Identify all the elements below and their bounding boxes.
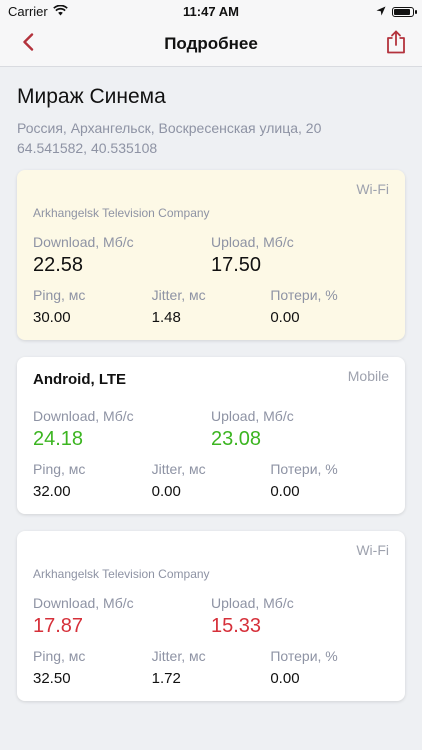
download-value: 24.18 (33, 428, 84, 450)
loss-label: Потери, % (270, 648, 338, 664)
download-value: 17.87 (33, 615, 84, 637)
jitter-label: Jitter, мс (151, 287, 206, 303)
jitter-value: 0.00 (151, 483, 181, 500)
loss-label: Потери, % (270, 287, 338, 303)
ping-block: Ping, мс 32.00 (33, 461, 152, 500)
upload-block: Upload, Мб/с 23.08 (211, 408, 389, 451)
upload-label: Upload, Мб/с (211, 408, 294, 424)
status-bar: Carrier 11:47 AM (0, 0, 422, 22)
download-value: 22.58 (33, 254, 84, 276)
loss-block: Потери, % 0.00 (270, 461, 389, 500)
jitter-label: Jitter, мс (151, 461, 206, 477)
measurement-list: Wi-Fi Arkhangelsk Television Company Dow… (0, 158, 422, 701)
download-block: Download, Мб/с 17.87 (33, 595, 211, 638)
share-button[interactable] (382, 29, 410, 59)
jitter-block: Jitter, мс 0.00 (152, 461, 271, 500)
loss-block: Потери, % 0.00 (270, 648, 389, 687)
upload-value: 23.08 (211, 428, 262, 450)
ping-value: 30.00 (33, 309, 71, 326)
measurement-card[interactable]: Mobile Android, LTE Download, Мб/с 24.18… (17, 357, 405, 514)
quality-row: Ping, мс 32.00 Jitter, мс 0.00 Потери, %… (33, 461, 389, 500)
navigation-bar: Подробнее (0, 22, 422, 67)
download-label: Download, Мб/с (33, 595, 134, 611)
page-title: Подробнее (164, 34, 258, 53)
download-block: Download, Мб/с 22.58 (33, 234, 211, 277)
speed-row: Download, Мб/с 22.58 Upload, Мб/с 17.50 (33, 234, 389, 277)
speed-row: Download, Мб/с 17.87 Upload, Мб/с 15.33 (33, 595, 389, 638)
status-time: 11:47 AM (183, 4, 239, 19)
speed-row: Download, Мб/с 24.18 Upload, Мб/с 23.08 (33, 408, 389, 451)
quality-row: Ping, мс 30.00 Jitter, мс 1.48 Потери, %… (33, 287, 389, 326)
download-label: Download, Мб/с (33, 234, 134, 250)
jitter-label: Jitter, мс (151, 648, 206, 664)
upload-label: Upload, Мб/с (211, 234, 294, 250)
place-name: Мираж Синема (17, 85, 166, 108)
upload-label: Upload, Мб/с (211, 595, 294, 611)
ping-value: 32.50 (33, 670, 71, 687)
ping-block: Ping, мс 30.00 (33, 287, 152, 326)
loss-value: 0.00 (270, 483, 300, 500)
jitter-value: 1.72 (151, 670, 181, 687)
ping-label: Ping, мс (33, 648, 86, 664)
jitter-block: Jitter, мс 1.72 (152, 648, 271, 687)
upload-block: Upload, Мб/с 17.50 (211, 234, 389, 277)
ping-value: 32.00 (33, 483, 71, 500)
upload-block: Upload, Мб/с 15.33 (211, 595, 389, 638)
upload-value: 15.33 (211, 615, 262, 637)
place-coordinates: 64.541582, 40.535108 (17, 140, 158, 156)
upload-value: 17.50 (211, 254, 262, 276)
loss-value: 0.00 (270, 309, 300, 326)
provider-name: Arkhangelsk Television Company (33, 567, 210, 581)
loss-value: 0.00 (270, 670, 300, 687)
place-address: Россия, Архангельск, Воскресенская улица… (17, 120, 322, 136)
loss-label: Потери, % (270, 461, 338, 477)
ping-label: Ping, мс (33, 287, 86, 303)
battery-icon (392, 6, 417, 17)
provider-name: Arkhangelsk Television Company (33, 206, 210, 220)
location-arrow-icon (376, 4, 386, 19)
ping-label: Ping, мс (33, 461, 86, 477)
download-label: Download, Мб/с (33, 408, 134, 424)
status-right (376, 4, 417, 19)
loss-block: Потери, % 0.00 (270, 287, 389, 326)
ping-block: Ping, мс 32.50 (33, 648, 152, 687)
jitter-block: Jitter, мс 1.48 (152, 287, 271, 326)
device-name: Android, LTE (33, 371, 127, 388)
measurement-card[interactable]: Wi-Fi Arkhangelsk Television Company Dow… (17, 170, 405, 340)
download-block: Download, Мб/с 24.18 (33, 408, 211, 451)
jitter-value: 1.48 (151, 309, 181, 326)
connection-type: Wi-Fi (356, 542, 389, 558)
connection-type: Wi-Fi (356, 181, 389, 197)
place-header: Мираж Синема Россия, Архангельск, Воскре… (0, 67, 422, 158)
measurement-card[interactable]: Wi-Fi Arkhangelsk Television Company Dow… (17, 531, 405, 701)
connection-type: Mobile (347, 368, 389, 384)
quality-row: Ping, мс 32.50 Jitter, мс 1.72 Потери, %… (33, 648, 389, 687)
share-icon (386, 30, 406, 59)
